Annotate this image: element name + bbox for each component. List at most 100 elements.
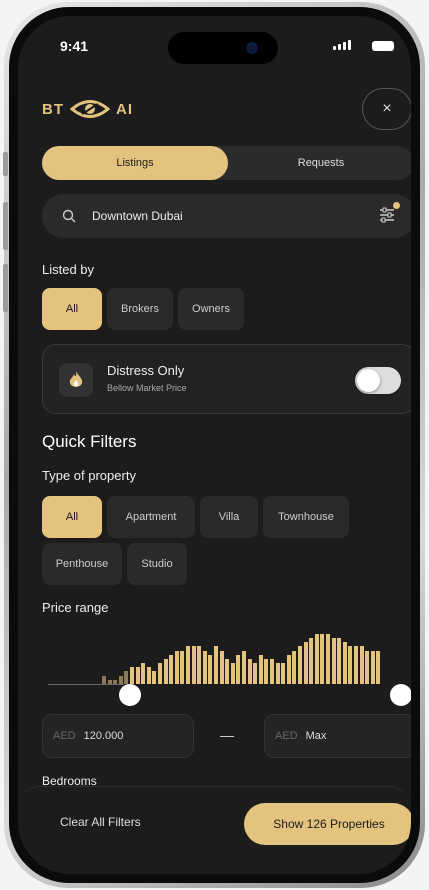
- price-range-label: Price range: [42, 600, 109, 615]
- histogram-bar: [236, 655, 241, 684]
- chip-all-type[interactable]: All: [42, 496, 102, 538]
- histogram-bar: [309, 638, 314, 684]
- price-min-handle[interactable]: [119, 684, 141, 706]
- max-value: Max: [305, 730, 327, 742]
- show-properties-button[interactable]: Show 126 Properties: [244, 803, 411, 845]
- histogram-baseline: [48, 684, 124, 685]
- listing-type-segment: Listings Requests: [42, 146, 411, 180]
- histogram-bar: [281, 663, 286, 684]
- chip-owners[interactable]: Owners: [178, 288, 244, 330]
- histogram-bar: [124, 671, 129, 684]
- eye-logo-icon: [70, 100, 110, 118]
- chip-penthouse[interactable]: Penthouse: [42, 543, 122, 585]
- battery-icon: [372, 41, 394, 51]
- filter-footer: Clear All Filters Show 126 Properties: [18, 786, 411, 874]
- distress-card: Distress Only Bellow Market Price: [42, 344, 411, 414]
- histogram-bar: [270, 659, 274, 684]
- histogram-bar: [169, 655, 174, 684]
- histogram-bar: [247, 659, 252, 684]
- histogram-bar: [102, 676, 106, 684]
- histogram-bar: [337, 638, 342, 684]
- histogram-bar: [242, 651, 246, 684]
- status-bar: 9:41: [18, 16, 411, 64]
- distress-subtitle: Bellow Market Price: [107, 383, 187, 393]
- histogram-bar: [326, 634, 330, 684]
- filter-icon[interactable]: [378, 202, 400, 227]
- histogram-bar: [376, 651, 381, 684]
- histogram-bar: [286, 655, 291, 684]
- price-max-handle[interactable]: [390, 684, 411, 706]
- brand-right: AI: [116, 100, 133, 118]
- histogram-bar: [354, 646, 358, 684]
- volume-down-button: [3, 264, 8, 312]
- phone-frame: 9:41 BT AI × Listings Requests Downtown …: [3, 2, 425, 888]
- listed-by-chips: All Brokers Owners: [42, 288, 244, 330]
- silent-switch: [3, 152, 8, 176]
- tab-listings[interactable]: Listings: [42, 146, 228, 180]
- chip-brokers[interactable]: Brokers: [107, 288, 173, 330]
- price-min-input[interactable]: AED 120.000: [42, 714, 194, 758]
- histogram-bar: [107, 680, 112, 684]
- histogram-bar: [152, 671, 157, 684]
- distress-toggle[interactable]: [355, 367, 401, 394]
- histogram-bar: [118, 676, 123, 684]
- price-histogram: [42, 632, 411, 696]
- histogram-bar: [264, 659, 269, 684]
- listed-by-label: Listed by: [42, 262, 95, 277]
- histogram-bar: [186, 646, 190, 684]
- brand-logo: BT AI: [42, 98, 133, 120]
- histogram-bar: [214, 646, 218, 684]
- histogram-bar: [191, 646, 196, 684]
- histogram-bar: [135, 667, 140, 684]
- histogram-bar: [348, 646, 353, 684]
- min-value: 120.000: [83, 730, 124, 742]
- close-icon: ×: [382, 100, 392, 117]
- chip-villa[interactable]: Villa: [200, 496, 258, 538]
- histogram-bar: [292, 651, 297, 684]
- histogram-bar: [230, 663, 235, 684]
- signal-icon: [333, 40, 351, 50]
- histogram-bar: [275, 663, 280, 684]
- histogram-bar: [197, 646, 202, 684]
- histogram-bar: [370, 651, 375, 684]
- chip-townhouse[interactable]: Townhouse: [263, 496, 349, 538]
- close-button[interactable]: ×: [362, 88, 411, 130]
- dynamic-island: [168, 32, 278, 64]
- histogram-bar: [158, 663, 162, 684]
- property-type-label: Type of property: [42, 468, 136, 483]
- search-icon: [62, 209, 76, 223]
- min-currency: AED: [53, 730, 76, 742]
- histogram-bar: [258, 655, 263, 684]
- tab-requests[interactable]: Requests: [228, 146, 411, 180]
- volume-up-button: [3, 202, 8, 250]
- search-field[interactable]: Downtown Dubai: [42, 194, 411, 238]
- histogram-bar: [219, 651, 224, 684]
- histogram-bar: [163, 659, 168, 684]
- histogram-bar: [225, 659, 230, 684]
- histogram-bar: [314, 634, 319, 684]
- brand-left: BT: [42, 100, 64, 118]
- app-screen: 9:41 BT AI × Listings Requests Downtown …: [18, 16, 411, 874]
- histogram-bar: [331, 638, 336, 684]
- histogram-bar: [253, 663, 258, 684]
- property-type-chips: All Apartment Villa Townhouse Penthouse …: [42, 496, 411, 585]
- distress-title: Distress Only: [107, 363, 185, 378]
- histogram-bar: [146, 667, 151, 684]
- chip-studio[interactable]: Studio: [127, 543, 187, 585]
- histogram-bar: [303, 642, 308, 684]
- histogram-bar: [365, 651, 370, 684]
- histogram-bar: [202, 651, 207, 684]
- histogram-bar: [342, 642, 347, 684]
- histogram-bar: [113, 680, 118, 684]
- quick-filters-title: Quick Filters: [42, 432, 137, 451]
- clear-filters-button[interactable]: Clear All Filters: [60, 815, 141, 829]
- max-currency: AED: [275, 730, 298, 742]
- price-max-input[interactable]: AED Max: [264, 714, 411, 758]
- flame-icon: [59, 363, 93, 397]
- histogram-bar: [130, 667, 134, 684]
- search-value: Downtown Dubai: [92, 209, 183, 223]
- chip-apartment[interactable]: Apartment: [107, 496, 195, 538]
- chip-all-listed[interactable]: All: [42, 288, 102, 330]
- range-separator: [220, 736, 234, 737]
- histogram-bar: [359, 646, 364, 684]
